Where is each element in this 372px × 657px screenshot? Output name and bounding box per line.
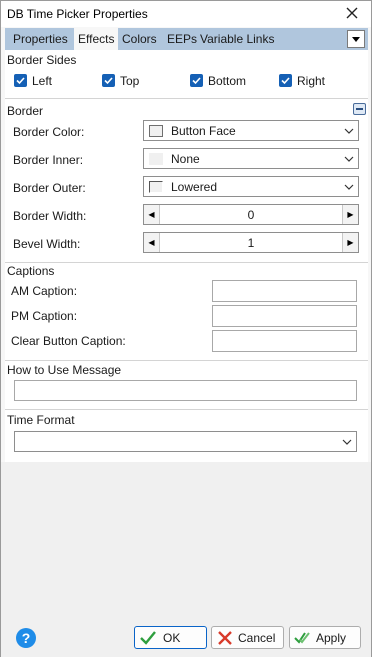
checkmark-icon	[140, 631, 156, 645]
border-title: Border	[7, 104, 44, 118]
double-check-icon	[294, 632, 310, 644]
chevron-down-icon	[344, 128, 354, 134]
border-outer-value: Lowered	[171, 180, 218, 194]
am-caption-input[interactable]	[212, 280, 357, 302]
collapse-button[interactable]	[353, 103, 366, 115]
how-to-use-input[interactable]	[14, 380, 357, 401]
border-width-value[interactable]: 0	[160, 208, 342, 222]
time-format-title: Time Format	[7, 413, 75, 427]
pm-caption-input[interactable]	[212, 305, 357, 327]
chevron-down-icon	[352, 37, 360, 42]
border-width-label: Border Width:	[13, 209, 87, 223]
pm-caption-label: PM Caption:	[11, 309, 78, 323]
border-color-value: Button Face	[171, 124, 236, 138]
right-checkbox-label: Right	[297, 74, 326, 88]
chevron-down-icon	[344, 156, 354, 162]
tab-bar: Properties Effects Colors EEPs Variable …	[5, 28, 368, 51]
color-swatch	[149, 125, 163, 137]
increment-right-icon[interactable]: ▶	[342, 233, 358, 252]
cancel-button[interactable]: Cancel	[211, 626, 284, 649]
time-format-dropdown[interactable]	[14, 431, 357, 452]
chevron-down-icon	[342, 439, 352, 445]
border-outer-dropdown[interactable]: Lowered	[143, 176, 359, 197]
bottom-checkbox[interactable]	[190, 74, 203, 87]
tab-properties[interactable]: Properties	[9, 28, 72, 50]
divider	[5, 409, 368, 410]
clear-button-caption-input[interactable]	[212, 330, 357, 352]
bevel-width-label: Bevel Width:	[13, 237, 81, 251]
decrement-left-icon[interactable]: ◀	[144, 233, 160, 252]
tab-colors[interactable]: Colors	[118, 28, 161, 50]
increment-right-icon[interactable]: ▶	[342, 205, 358, 224]
left-checkbox[interactable]	[14, 74, 27, 87]
border-outer-label: Border Outer:	[13, 181, 86, 195]
help-icon[interactable]: ?	[16, 628, 36, 648]
divider	[5, 98, 368, 99]
lowered-border-swatch	[149, 181, 163, 193]
divider	[5, 360, 368, 361]
how-to-use-title: How to Use Message	[7, 363, 122, 377]
divider	[5, 262, 368, 263]
title-bar: DB Time Picker Properties	[1, 1, 371, 27]
dialog-window: DB Time Picker Properties Properties Eff…	[0, 0, 372, 657]
decrement-left-icon[interactable]: ◀	[144, 205, 160, 224]
check-icon	[192, 77, 201, 85]
chevron-down-icon	[344, 184, 354, 190]
bevel-width-spinner[interactable]: ◀ 1 ▶	[143, 232, 359, 253]
bottom-checkbox-label: Bottom	[208, 74, 247, 88]
border-color-dropdown[interactable]: Button Face	[143, 120, 359, 141]
border-style-swatch	[149, 153, 163, 165]
ok-button-label: OK	[163, 631, 181, 645]
clear-button-caption-label: Clear Button Caption:	[11, 334, 126, 348]
border-color-label: Border Color:	[13, 125, 85, 139]
top-checkbox-label: Top	[120, 74, 140, 88]
tab-effects[interactable]: Effects	[74, 28, 119, 51]
border-inner-value: None	[171, 152, 200, 166]
check-icon	[16, 77, 25, 85]
left-checkbox-label: Left	[32, 74, 53, 88]
am-caption-label: AM Caption:	[11, 284, 78, 298]
captions-title: Captions	[7, 264, 55, 278]
cross-icon	[218, 631, 232, 645]
apply-button[interactable]: Apply	[289, 626, 361, 649]
border-width-spinner[interactable]: ◀ 0 ▶	[143, 204, 359, 225]
border-inner-label: Border Inner:	[13, 153, 84, 167]
cancel-button-label: Cancel	[238, 631, 276, 645]
check-icon	[104, 77, 113, 85]
border-inner-dropdown[interactable]: None	[143, 148, 359, 169]
ok-button[interactable]: OK	[134, 626, 207, 649]
check-icon	[281, 77, 290, 85]
tab-variable-links[interactable]: Variable Links	[196, 28, 278, 50]
right-checkbox[interactable]	[279, 74, 292, 87]
bevel-width-value[interactable]: 1	[160, 236, 342, 250]
top-checkbox[interactable]	[102, 74, 115, 87]
tab-overflow-button[interactable]	[347, 30, 365, 48]
apply-button-label: Apply	[316, 631, 347, 645]
border-sides-title: Border Sides	[7, 53, 77, 67]
minus-icon	[356, 108, 363, 110]
window-title: DB Time Picker Properties	[7, 7, 148, 21]
close-icon[interactable]	[343, 4, 361, 22]
